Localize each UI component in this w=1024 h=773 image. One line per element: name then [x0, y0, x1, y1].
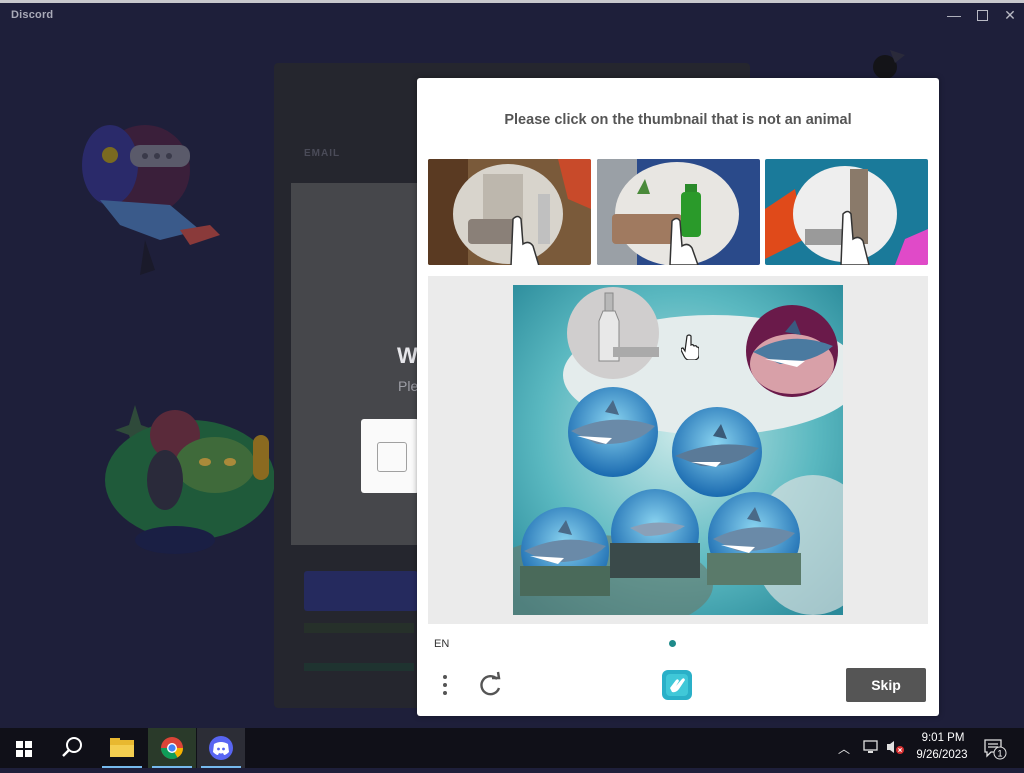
shark-thumbnail[interactable]	[567, 386, 659, 478]
example-image-room-icon	[765, 159, 928, 265]
bottle-thumbnail[interactable]	[565, 285, 661, 381]
captcha-checkbox-card	[361, 419, 419, 493]
challenge-area	[428, 276, 928, 624]
menu-dots-icon	[443, 675, 447, 679]
hcaptcha-logo-icon[interactable]	[660, 668, 694, 702]
maximize-button[interactable]	[972, 6, 992, 24]
show-hidden-icons-chevron-icon[interactable]: ︿	[838, 740, 850, 757]
refresh-icon[interactable]	[475, 670, 505, 700]
captcha-dialog: Please click on the thumbnail that is no…	[417, 78, 939, 716]
search-icon	[62, 737, 82, 757]
shark-thumbnail[interactable]	[745, 304, 839, 398]
chrome-icon	[161, 737, 183, 759]
login-heading: W	[397, 343, 418, 368]
taskbar: ︿ 9:01 PM 9/26/2023 1	[0, 728, 1024, 768]
volume-muted-icon[interactable]	[885, 739, 907, 755]
login-helper-text	[304, 623, 414, 633]
skip-button[interactable]: Skip	[846, 668, 926, 702]
close-button[interactable]: ✕	[1000, 6, 1020, 24]
page-indicator-dot	[669, 640, 676, 647]
captcha-prompt: Please click on the thumbnail that is no…	[504, 112, 852, 128]
shark-thumbnail[interactable]	[610, 488, 700, 578]
start-button[interactable]	[0, 728, 48, 768]
discord-button[interactable]	[197, 728, 245, 768]
menu-dot	[443, 683, 447, 687]
register-link[interactable]	[304, 663, 414, 671]
background-illustration-reader	[82, 125, 220, 275]
shark-thumbnail[interactable]	[671, 406, 763, 498]
chrome-button[interactable]	[148, 728, 196, 768]
clock-date[interactable]: 9/26/2023	[910, 749, 974, 761]
hand-pointer-icon	[681, 334, 699, 360]
title-bar-top-line	[0, 0, 1024, 3]
shark-thumbnail[interactable]	[707, 491, 801, 585]
minimize-button[interactable]: —	[944, 6, 964, 24]
menu-dot	[443, 691, 447, 695]
network-icon[interactable]	[862, 739, 880, 755]
title-bar: Discord — ✕	[0, 0, 1024, 30]
example-thumbnail-3	[765, 159, 928, 265]
windows-icon	[16, 741, 32, 757]
maximize-icon	[976, 10, 988, 21]
notification-count: 1	[997, 749, 1002, 759]
email-label: EMAIL	[304, 148, 341, 159]
app-title: Discord	[11, 9, 54, 21]
login-subtext: Ple	[398, 378, 419, 394]
shark-thumbnail[interactable]	[520, 506, 610, 596]
discord-icon	[209, 736, 233, 760]
file-explorer-icon	[110, 738, 134, 757]
file-explorer-button[interactable]	[98, 728, 146, 768]
example-image-room-icon	[428, 159, 591, 265]
background-illustration-creature	[105, 405, 275, 554]
notification-icon[interactable]: 1	[983, 738, 1007, 760]
menu-button[interactable]	[435, 671, 455, 701]
example-image-bottle-icon	[597, 159, 760, 265]
clock-time[interactable]: 9:01 PM	[918, 732, 968, 744]
login-button[interactable]	[304, 571, 418, 611]
taskbar-search-button[interactable]	[48, 728, 96, 768]
example-thumbnail-1	[428, 159, 591, 265]
example-thumbnail-2	[597, 159, 760, 265]
captcha-checkbox[interactable]	[377, 442, 407, 472]
language-selector[interactable]: EN	[434, 638, 449, 650]
